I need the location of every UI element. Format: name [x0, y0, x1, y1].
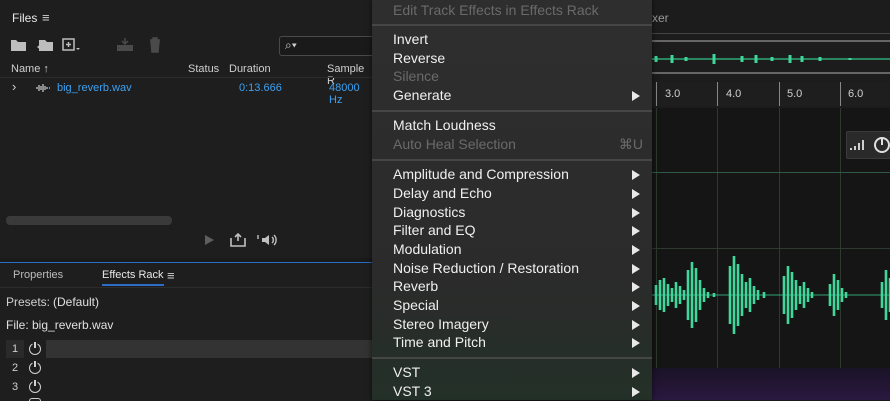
waveform-editor: xer 3.0 4.0 5.0 6.0 — [652, 0, 890, 400]
slot-number: 1 — [6, 340, 24, 358]
new-file-icon[interactable] — [62, 37, 80, 53]
submenu-arrow-icon — [632, 368, 640, 378]
menu-item-time-pitch[interactable]: Time and Pitch — [393, 334, 486, 350]
menu-item-silence: Silence — [393, 68, 439, 84]
power-icon[interactable] — [29, 342, 41, 355]
volume-hud[interactable] — [846, 131, 890, 159]
file-name[interactable]: big_reverb.wav — [57, 82, 132, 94]
slot-number: 3 — [11, 381, 19, 393]
menu-item-reverse[interactable]: Reverse — [393, 50, 445, 66]
menu-item-filter-eq[interactable]: Filter and EQ — [393, 222, 475, 238]
menu-item-invert[interactable]: Invert — [393, 31, 428, 47]
horizontal-scrollbar[interactable] — [6, 216, 172, 225]
expand-icon[interactable]: › — [12, 79, 16, 94]
menu-item-reverb[interactable]: Reverb — [393, 278, 438, 294]
files-panel: Files ≡ ⌕▾ Name ↑ Status Duration Sample… — [0, 0, 381, 258]
submenu-arrow-icon — [632, 338, 640, 348]
import-file-icon[interactable] — [36, 37, 56, 53]
level-bars-icon — [850, 140, 864, 150]
audio-waveform — [652, 256, 890, 334]
insert-into-multitrack-icon — [117, 38, 133, 51]
loop-export-icon[interactable] — [230, 233, 246, 247]
ruler-label: 3.0 — [665, 88, 681, 100]
effect-slot-1[interactable]: 1 — [6, 340, 372, 358]
submenu-arrow-icon — [632, 264, 640, 274]
overview-bottom-line — [652, 72, 890, 74]
effects-rack-panel: Properties Effects Rack ≡ Presets: (Defa… — [0, 262, 372, 401]
delete-icon — [150, 37, 160, 53]
auto-heal-shortcut: ⌘U — [618, 136, 643, 152]
submenu-arrow-icon — [632, 282, 640, 292]
menu-item-match-loudness[interactable]: Match Loudness — [393, 117, 496, 133]
submenu-arrow-icon — [632, 320, 640, 330]
menu-separator — [372, 357, 652, 359]
menu-item-delay-echo[interactable]: Delay and Echo — [393, 185, 492, 201]
ruler-label: 6.0 — [848, 88, 864, 100]
context-menu: Edit Track Effects in Effects Rack Inver… — [372, 0, 652, 400]
spectral-strip — [652, 368, 890, 400]
column-duration[interactable]: Duration — [229, 63, 271, 75]
submenu-arrow-icon — [632, 170, 640, 180]
presets-label: Presets: — [6, 295, 51, 309]
open-folder-icon[interactable] — [10, 38, 28, 52]
submenu-arrow-icon — [632, 91, 640, 101]
volume-knob-icon[interactable] — [872, 135, 890, 155]
tab-divider — [652, 33, 890, 34]
effect-slot-2[interactable]: 2 — [6, 359, 372, 377]
effect-slot-3[interactable]: 3 — [6, 378, 372, 396]
search-icon: ⌕▾ — [285, 38, 297, 52]
menu-item-amplitude[interactable]: Amplitude and Compression — [393, 166, 569, 182]
submenu-arrow-icon — [632, 189, 640, 199]
overview-waveform[interactable] — [652, 47, 890, 71]
autoplay-speaker-icon[interactable] — [257, 233, 279, 247]
file-duration: 0:13.666 — [239, 82, 282, 94]
tab-properties[interactable]: Properties — [13, 269, 63, 281]
files-panel-menu-icon[interactable]: ≡ — [42, 10, 50, 25]
overview-top-line — [652, 40, 890, 42]
submenu-arrow-icon — [632, 226, 640, 236]
ruler-label: 4.0 — [726, 88, 742, 100]
presets-dropdown[interactable]: (Default) — [53, 295, 99, 309]
slot-number: 2 — [11, 362, 19, 374]
submenu-arrow-icon — [632, 208, 640, 218]
menu-item-stereo-imagery[interactable]: Stereo Imagery — [393, 316, 489, 332]
menu-item-auto-heal: Auto Heal Selection — [393, 136, 516, 152]
waveform-file-icon — [36, 84, 50, 92]
header-divider — [0, 77, 372, 78]
menu-item-vst3[interactable]: VST 3 — [393, 383, 432, 399]
effects-rack-menu-icon[interactable]: ≡ — [167, 268, 175, 283]
menu-item-edit-track-effects: Edit Track Effects in Effects Rack — [393, 2, 599, 18]
power-icon[interactable] — [29, 361, 41, 374]
tab-effects-rack[interactable]: Effects Rack — [102, 269, 164, 286]
mixer-tab-fragment[interactable]: xer — [652, 11, 669, 25]
file-sample-rate: 48000 Hz — [329, 82, 360, 106]
power-icon[interactable] — [29, 380, 41, 393]
column-status[interactable]: Status — [188, 63, 219, 75]
menu-item-modulation[interactable]: Modulation — [393, 241, 462, 257]
menu-item-diagnostics[interactable]: Diagnostics — [393, 204, 465, 220]
menu-item-vst[interactable]: VST — [393, 364, 420, 380]
menu-separator — [372, 110, 652, 112]
tabs-divider — [0, 287, 372, 288]
column-name[interactable]: Name ↑ — [11, 63, 49, 75]
menu-separator — [372, 159, 652, 161]
ruler-label: 5.0 — [787, 88, 803, 100]
files-search-input[interactable]: ⌕▾ — [279, 36, 381, 56]
effect-slot-bar — [46, 340, 372, 358]
menu-item-special[interactable]: Special — [393, 297, 439, 313]
file-row[interactable]: › big_reverb.wav 0:13.666 48000 Hz — [0, 79, 372, 106]
menu-separator — [372, 24, 652, 26]
effects-file-label: File: big_reverb.wav — [6, 318, 114, 332]
submenu-arrow-icon — [632, 245, 640, 255]
files-panel-title: Files — [12, 11, 38, 25]
menu-item-generate[interactable]: Generate — [393, 87, 451, 103]
time-ruler[interactable]: 3.0 4.0 5.0 6.0 — [652, 82, 890, 106]
menu-item-noise-reduction[interactable]: Noise Reduction / Restoration — [393, 260, 579, 276]
submenu-arrow-icon — [632, 387, 640, 397]
play-icon[interactable] — [203, 234, 215, 246]
submenu-arrow-icon — [632, 301, 640, 311]
